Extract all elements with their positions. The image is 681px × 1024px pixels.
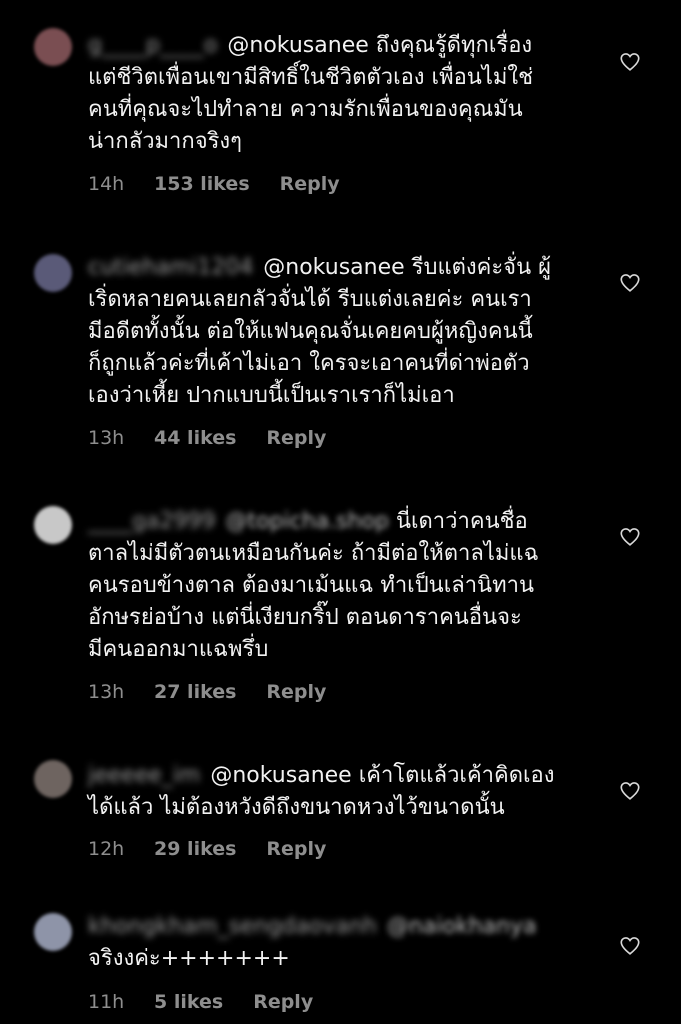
mention-link[interactable]: @nokusanee bbox=[263, 255, 404, 280]
timestamp: 13h bbox=[88, 681, 125, 703]
mention-link[interactable]: @naiokhanya bbox=[387, 914, 537, 939]
reply-button[interactable]: Reply bbox=[266, 838, 326, 860]
comment-meta: 14h 153 likes Reply bbox=[88, 173, 340, 195]
comment-body: cutiehami1204 @nokusanee รีบแต่งค่ะจั่น ผ… bbox=[88, 252, 608, 412]
username[interactable]: khongkham_sengdaovanh bbox=[88, 914, 377, 939]
comment-body: g____p____o @nokusanee ถึงคุณรู้ดีทุกเรื่… bbox=[88, 30, 608, 158]
likes-count[interactable]: 44 likes bbox=[154, 427, 236, 449]
comment-item: g____p____o @nokusanee ถึงคุณรู้ดีทุกเรื่… bbox=[0, 0, 681, 220]
timestamp: 14h bbox=[88, 173, 125, 195]
likes-count[interactable]: 27 likes bbox=[154, 681, 236, 703]
reply-button[interactable]: Reply bbox=[266, 681, 326, 703]
timestamp: 12h bbox=[88, 838, 125, 860]
likes-count[interactable]: 5 likes bbox=[154, 991, 223, 1013]
comment-item: cutiehami1204 @nokusanee รีบแต่งค่ะจั่น ผ… bbox=[0, 230, 681, 480]
comment-meta: 13h 44 likes Reply bbox=[88, 427, 326, 449]
comment-item: khongkham_sengdaovanh @naiokhanya จริงงค่… bbox=[0, 895, 681, 1024]
mention-link[interactable]: @nokusanee bbox=[227, 33, 368, 58]
username[interactable]: jeeeee_im bbox=[88, 763, 200, 788]
mention-link[interactable]: @topicha.shop bbox=[225, 509, 389, 534]
username[interactable]: ____ga2999 bbox=[88, 509, 215, 534]
likes-count[interactable]: 29 likes bbox=[154, 838, 236, 860]
comment-meta: 12h 29 likes Reply bbox=[88, 838, 326, 860]
comment-text: จริงงค่ะ+++++++ bbox=[88, 946, 290, 971]
timestamp: 11h bbox=[88, 991, 125, 1013]
avatar[interactable] bbox=[34, 254, 72, 292]
likes-count[interactable]: 153 likes bbox=[154, 173, 250, 195]
username[interactable]: cutiehami1204 bbox=[88, 255, 253, 280]
comment-item: ____ga2999 @topicha.shop นี่เดาว่าคนชื่อ … bbox=[0, 484, 681, 734]
heart-outline-icon[interactable] bbox=[619, 272, 641, 294]
reply-button[interactable]: Reply bbox=[266, 427, 326, 449]
reply-button[interactable]: Reply bbox=[280, 173, 340, 195]
heart-outline-icon[interactable] bbox=[619, 526, 641, 548]
heart-outline-icon[interactable] bbox=[619, 780, 641, 802]
avatar[interactable] bbox=[34, 760, 72, 798]
comment-body: khongkham_sengdaovanh @naiokhanya จริงงค่… bbox=[88, 911, 608, 975]
reply-button[interactable]: Reply bbox=[253, 991, 313, 1013]
avatar[interactable] bbox=[34, 506, 72, 544]
comment-meta: 11h 5 likes Reply bbox=[88, 991, 313, 1013]
heart-outline-icon[interactable] bbox=[619, 935, 641, 957]
username[interactable]: g____p____o bbox=[88, 33, 217, 58]
timestamp: 13h bbox=[88, 427, 125, 449]
comment-body: ____ga2999 @topicha.shop นี่เดาว่าคนชื่อ … bbox=[88, 506, 608, 666]
mention-link[interactable]: @nokusanee bbox=[210, 763, 351, 788]
avatar[interactable] bbox=[34, 913, 72, 951]
comment-item: jeeeee_im @nokusanee เค้าโตแล้วเค้าคิดเอง… bbox=[0, 740, 681, 880]
avatar[interactable] bbox=[34, 28, 72, 66]
heart-outline-icon[interactable] bbox=[619, 51, 641, 73]
comment-meta: 13h 27 likes Reply bbox=[88, 681, 326, 703]
comment-body: jeeeee_im @nokusanee เค้าโตแล้วเค้าคิดเอง… bbox=[88, 760, 608, 824]
